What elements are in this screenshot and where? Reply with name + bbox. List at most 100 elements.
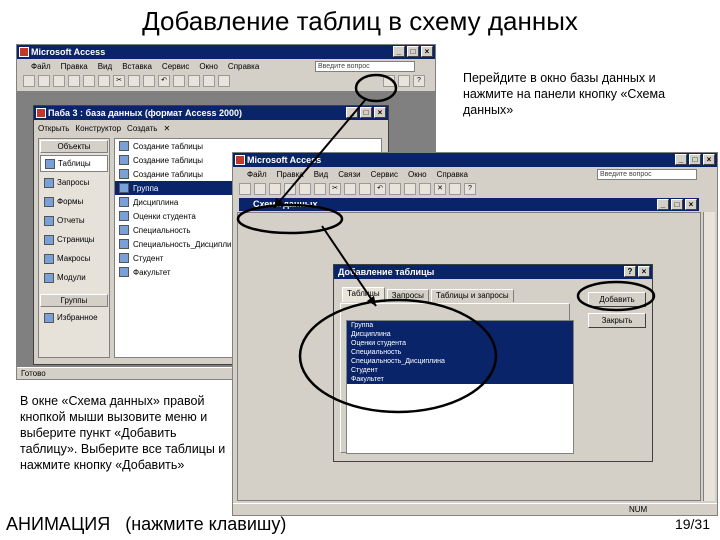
- module-icon: [44, 272, 54, 283]
- help-search-input[interactable]: Введите вопрос: [315, 60, 415, 72]
- open-icon[interactable]: [38, 75, 50, 87]
- object-macros[interactable]: Макросы: [40, 250, 108, 267]
- db-design-button[interactable]: Конструктор: [75, 124, 121, 133]
- undo-icon[interactable]: ↶: [374, 183, 386, 195]
- close-dialog-button[interactable]: Закрыть: [588, 313, 646, 328]
- object-forms[interactable]: Формы: [40, 193, 108, 210]
- paste-icon[interactable]: [143, 75, 155, 87]
- object-reports[interactable]: Отчеты: [40, 212, 108, 229]
- cut-icon[interactable]: ✂: [113, 75, 125, 87]
- menu-view[interactable]: Вид: [314, 170, 328, 179]
- list-item[interactable]: Создание таблицы: [115, 139, 381, 153]
- dialog-help-button[interactable]: ?: [624, 266, 636, 277]
- menu-window[interactable]: Окно: [408, 170, 427, 179]
- new-object-icon[interactable]: [449, 183, 461, 195]
- menu-relations[interactable]: Связи: [338, 170, 360, 179]
- direct-relations-icon[interactable]: [404, 183, 416, 195]
- db-create-button[interactable]: Создать: [127, 124, 157, 133]
- add-button[interactable]: Добавить: [588, 292, 646, 307]
- object-pages[interactable]: Страницы: [40, 231, 108, 248]
- create-table-icon: [119, 155, 129, 165]
- properties-icon[interactable]: [218, 75, 230, 87]
- objects-header[interactable]: Объекты: [40, 140, 108, 153]
- preview-icon[interactable]: [299, 183, 311, 195]
- analyze-icon[interactable]: [188, 75, 200, 87]
- print-icon[interactable]: [68, 75, 80, 87]
- tab-tables[interactable]: Таблицы: [342, 287, 385, 302]
- dialog-title: Добавление таблицы: [338, 267, 435, 277]
- menu-file[interactable]: Файл: [31, 62, 51, 71]
- schema-maximize-button[interactable]: □: [671, 199, 683, 210]
- help-search-input[interactable]: Введите вопрос: [597, 168, 697, 180]
- links-icon[interactable]: [173, 75, 185, 87]
- db-delete-icon[interactable]: ✕: [163, 124, 170, 133]
- maximize-button[interactable]: □: [407, 46, 419, 57]
- print-icon[interactable]: [284, 183, 296, 195]
- menu-help[interactable]: Справка: [437, 170, 468, 179]
- undo-icon[interactable]: ↶: [158, 75, 170, 87]
- db-minimize-button[interactable]: _: [346, 107, 358, 118]
- query-icon: [44, 177, 54, 188]
- copy-icon[interactable]: [344, 183, 356, 195]
- list-item[interactable]: Специальность: [347, 348, 573, 357]
- help-icon[interactable]: ?: [413, 75, 425, 87]
- schema-close-button[interactable]: ×: [685, 199, 697, 210]
- delete-icon[interactable]: ✕: [434, 183, 446, 195]
- list-item[interactable]: Группа: [347, 321, 573, 330]
- spell-icon[interactable]: [314, 183, 326, 195]
- footer-animation-hint: АНИМАЦИЯ (нажмите клавишу): [6, 514, 287, 534]
- preview-icon[interactable]: [83, 75, 95, 87]
- tab-tables-and-queries[interactable]: Таблицы и запросы: [430, 289, 514, 302]
- list-item[interactable]: Оценки студента: [347, 339, 573, 348]
- db-close-button[interactable]: ×: [374, 107, 386, 118]
- access-title: Microsoft Access: [31, 47, 106, 57]
- tables-listbox[interactable]: Группа Дисциплина Оценки студента Специа…: [346, 320, 574, 454]
- show-table-icon[interactable]: [389, 183, 401, 195]
- tab-queries[interactable]: Запросы: [386, 289, 429, 302]
- menu-edit[interactable]: Правка: [61, 62, 88, 71]
- dialog-close-button[interactable]: ×: [638, 266, 650, 277]
- minimize-button[interactable]: _: [675, 154, 687, 165]
- group-favorites[interactable]: Избранное: [40, 309, 108, 326]
- menu-help[interactable]: Справка: [228, 62, 259, 71]
- menu-edit[interactable]: Правка: [277, 170, 304, 179]
- list-item[interactable]: Специальность_Дисциплина: [347, 357, 573, 366]
- object-modules[interactable]: Модули: [40, 269, 108, 286]
- new-icon[interactable]: [239, 183, 251, 195]
- table-icon: [119, 183, 129, 193]
- menu-tools[interactable]: Сервис: [371, 170, 398, 179]
- db-open-button[interactable]: Открыть: [38, 124, 69, 133]
- menu-view[interactable]: Вид: [98, 62, 112, 71]
- code-icon[interactable]: [203, 75, 215, 87]
- menu-window[interactable]: Окно: [199, 62, 218, 71]
- save-icon[interactable]: [53, 75, 65, 87]
- page-number: 19/31: [674, 516, 710, 532]
- vertical-scrollbar[interactable]: [703, 212, 715, 501]
- object-queries[interactable]: Запросы: [40, 174, 108, 191]
- close-button[interactable]: ×: [703, 154, 715, 165]
- copy-icon[interactable]: [128, 75, 140, 87]
- list-item[interactable]: Факультет: [347, 375, 573, 384]
- spell-icon[interactable]: [98, 75, 110, 87]
- menu-file[interactable]: Файл: [247, 170, 267, 179]
- menu-insert[interactable]: Вставка: [122, 62, 152, 71]
- all-relations-icon[interactable]: [419, 183, 431, 195]
- object-tables[interactable]: Таблицы: [40, 155, 108, 172]
- cut-icon[interactable]: ✂: [329, 183, 341, 195]
- groups-header[interactable]: Группы: [40, 294, 108, 307]
- menu-tools[interactable]: Сервис: [162, 62, 189, 71]
- help-icon[interactable]: ?: [464, 183, 476, 195]
- new-icon[interactable]: [23, 75, 35, 87]
- maximize-button[interactable]: □: [689, 154, 701, 165]
- close-button[interactable]: ×: [421, 46, 433, 57]
- schema-minimize-button[interactable]: _: [657, 199, 669, 210]
- new-object-icon[interactable]: [398, 75, 410, 87]
- minimize-button[interactable]: _: [393, 46, 405, 57]
- db-maximize-button[interactable]: □: [360, 107, 372, 118]
- list-item[interactable]: Дисциплина: [347, 330, 573, 339]
- paste-icon[interactable]: [359, 183, 371, 195]
- list-item[interactable]: Студент: [347, 366, 573, 375]
- save-icon[interactable]: [269, 183, 281, 195]
- open-icon[interactable]: [254, 183, 266, 195]
- relationships-icon[interactable]: [383, 75, 395, 87]
